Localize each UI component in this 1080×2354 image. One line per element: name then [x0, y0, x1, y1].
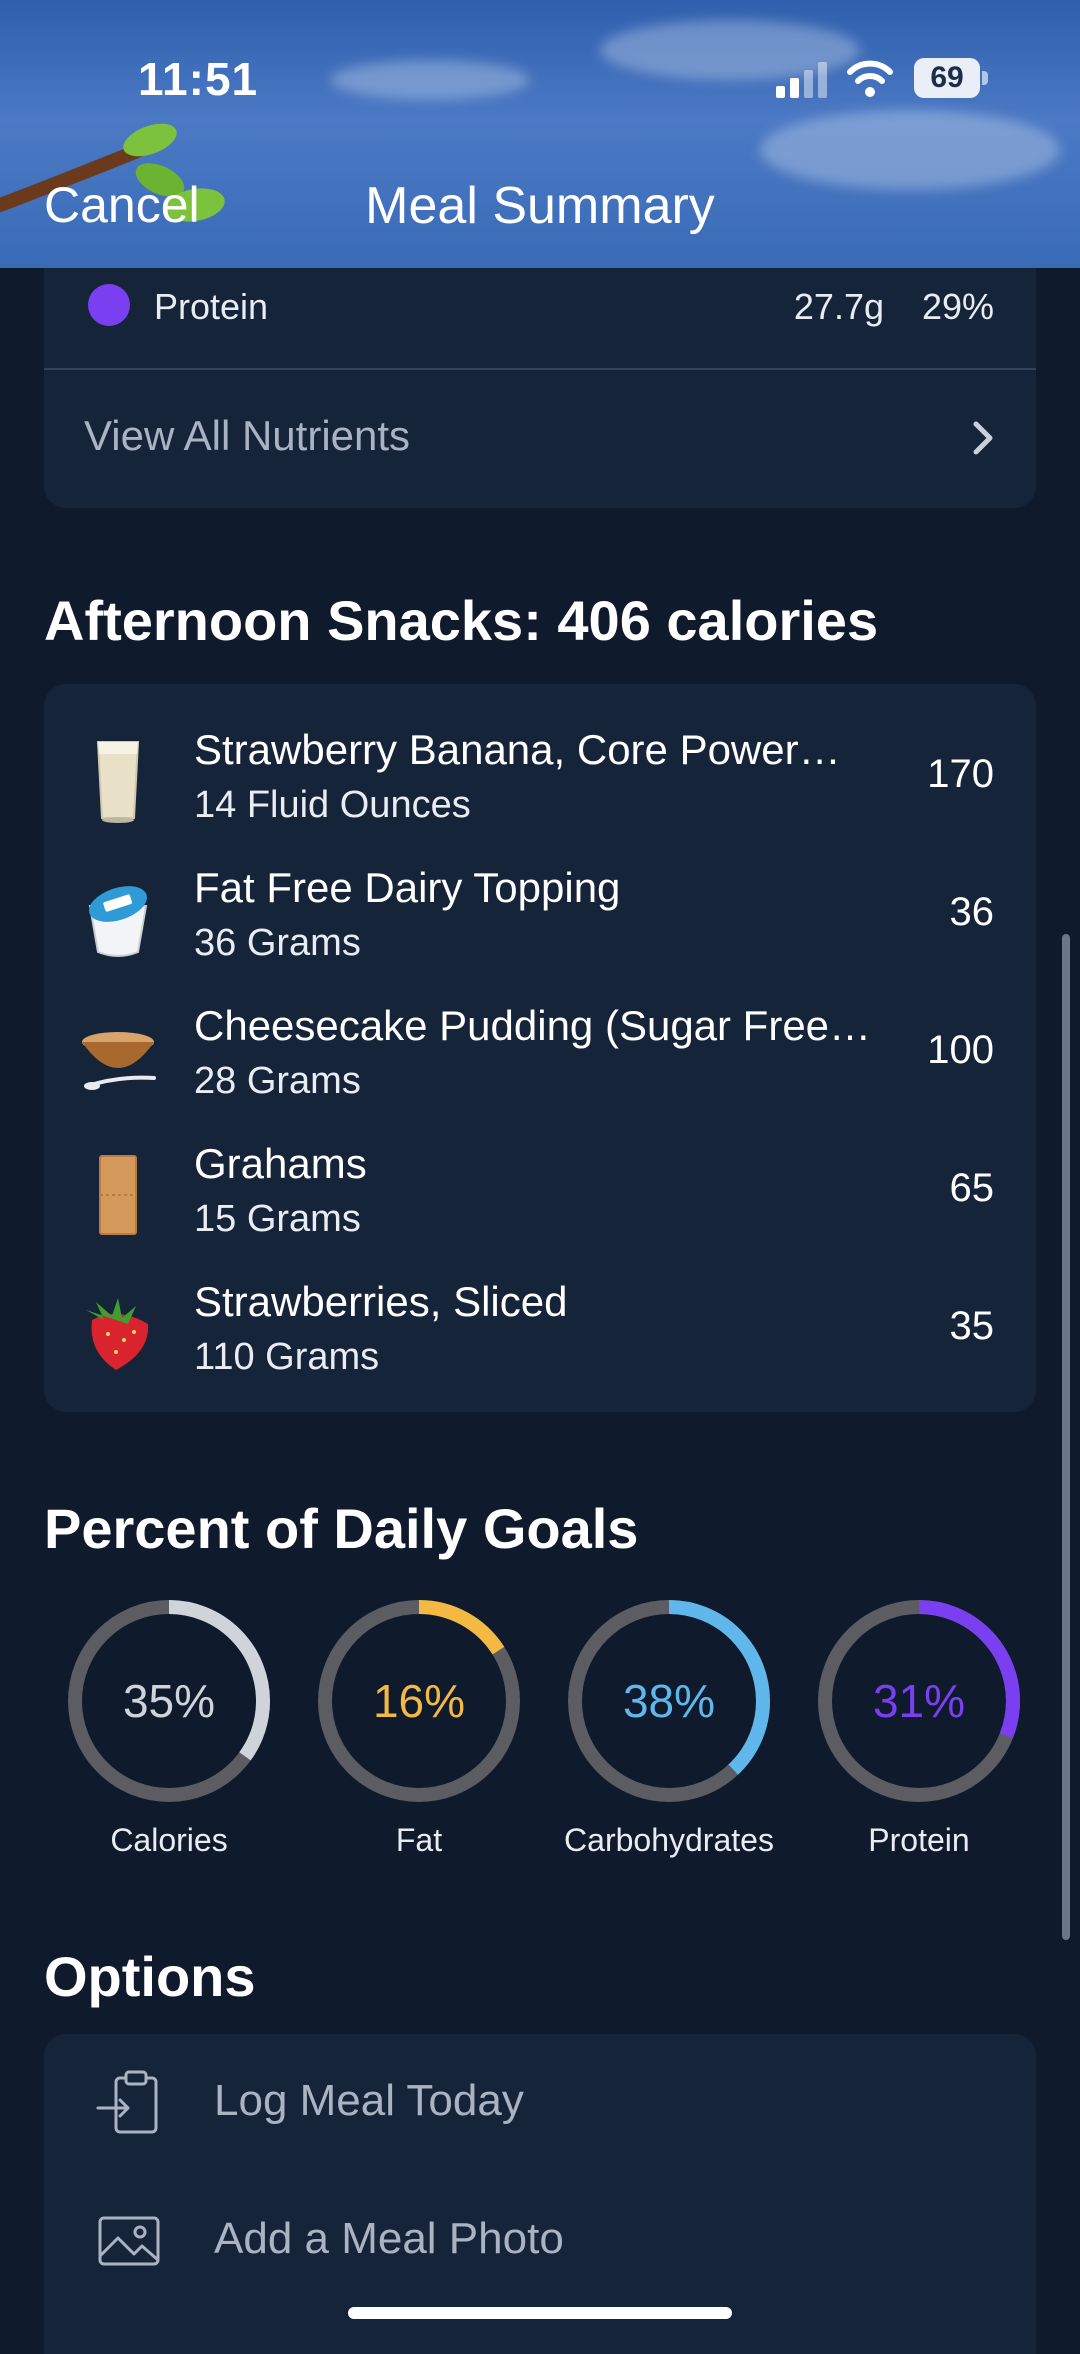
goal-label: Protein [868, 1822, 970, 1858]
food-quantity: 28 Grams [194, 1060, 361, 1102]
goal-label: Fat [395, 1822, 443, 1858]
status-time: 11:51 [138, 53, 259, 105]
food-item-row[interactable]: Grahams 15 Grams 65 [44, 1122, 1036, 1260]
food-calories: 170 [927, 752, 994, 796]
food-name: Fat Free Dairy Topping [194, 864, 621, 911]
goal-label: Carbohydrates [564, 1822, 774, 1858]
goal-percent: 16% [372, 1675, 466, 1727]
goal-percent: 31% [872, 1675, 966, 1727]
cellular-signal-icon [776, 62, 827, 98]
goal-percent: 38% [622, 1675, 716, 1727]
food-quantity: 36 Grams [194, 922, 361, 964]
strawberry-icon [86, 1298, 149, 1370]
food-calories: 35 [949, 1304, 995, 1348]
view-all-nutrients-label: View All Nutrients [84, 412, 411, 459]
scrollbar[interactable] [1062, 934, 1070, 1940]
option-label: Log Meal Today [214, 2076, 524, 2125]
protein-color-dot [88, 284, 130, 326]
home-indicator[interactable] [348, 2307, 732, 2319]
food-item-row[interactable]: Cheesecake Pudding (Sugar Free… 28 Grams… [44, 984, 1036, 1122]
wifi-icon [847, 60, 893, 97]
food-name: Strawberries, Sliced [194, 1278, 568, 1325]
chevron-right-icon [973, 421, 993, 455]
cream-cup-icon [88, 886, 148, 957]
food-quantity: 110 Grams [194, 1336, 380, 1378]
option-label: Add a Meal Photo [214, 2214, 564, 2263]
food-calories: 100 [927, 1028, 994, 1072]
food-quantity: 14 Fluid Ounces [194, 784, 471, 826]
food-quantity: 15 Grams [194, 1198, 361, 1240]
goal-percent: 35% [122, 1675, 216, 1727]
food-calories: 65 [949, 1166, 995, 1210]
milk-glass-icon [96, 741, 140, 823]
options-card: Log Meal Today Add a Meal Photo [44, 2034, 1036, 2354]
food-name: Strawberry Banana, Core Power… [194, 726, 841, 773]
food-item-row[interactable]: Strawberry Banana, Core Power… 14 Fluid … [44, 708, 1036, 846]
battery-tip [982, 71, 988, 85]
battery-indicator: 69 [914, 58, 980, 98]
log-meal-today-button[interactable]: Log Meal Today [44, 2034, 1036, 2172]
nutrient-breakdown-card: Protein 27.7g 29% View All Nutrients [44, 230, 1036, 508]
food-item-row[interactable]: Fat Free Dairy Topping 36 Grams 36 [44, 846, 1036, 984]
food-name: Cheesecake Pudding (Sugar Free… [194, 1002, 872, 1049]
graham-cracker-icon [99, 1155, 137, 1235]
food-calories: 36 [949, 890, 995, 934]
goal-fat: 16% Fat [294, 1596, 544, 1866]
page-title: Meal Summary [365, 177, 715, 235]
food-name: Grahams [194, 1140, 367, 1187]
protein-label: Protein [154, 286, 269, 327]
food-item-row[interactable]: Strawberries, Sliced 110 Grams 35 [44, 1260, 1036, 1398]
meal-items-card: Strawberry Banana, Core Power… 14 Fluid … [44, 684, 1036, 1412]
goal-carbohydrates: 38% Carbohydrates [544, 1596, 794, 1866]
protein-row: Protein 27.7g 29% [44, 272, 1036, 332]
daily-goals-rings: 35% Calories 16% Fat 38% Carbohydrates 3… [44, 1596, 1036, 1866]
protein-grams: 27.7g [793, 286, 884, 327]
header: 11:51 69 Cancel Meal Summary [0, 0, 1080, 268]
view-all-nutrients-button[interactable]: View All Nutrients [44, 370, 1036, 508]
photo-icon [98, 2216, 160, 2266]
bowl-spoon-icon [82, 1032, 156, 1090]
cloud-decoration [330, 60, 530, 100]
goal-label: Calories [110, 1822, 228, 1858]
daily-goals-title: Percent of Daily Goals [44, 1497, 639, 1560]
meal-title: Afternoon Snacks: 406 calories [44, 589, 879, 652]
add-meal-photo-button[interactable]: Add a Meal Photo [44, 2172, 1036, 2310]
options-title: Options [44, 1945, 256, 2008]
protein-percent: 29% [921, 286, 994, 327]
goal-protein: 31% Protein [794, 1596, 1044, 1866]
clipboard-log-icon [96, 2070, 158, 2134]
goal-calories: 35% Calories [44, 1596, 294, 1866]
